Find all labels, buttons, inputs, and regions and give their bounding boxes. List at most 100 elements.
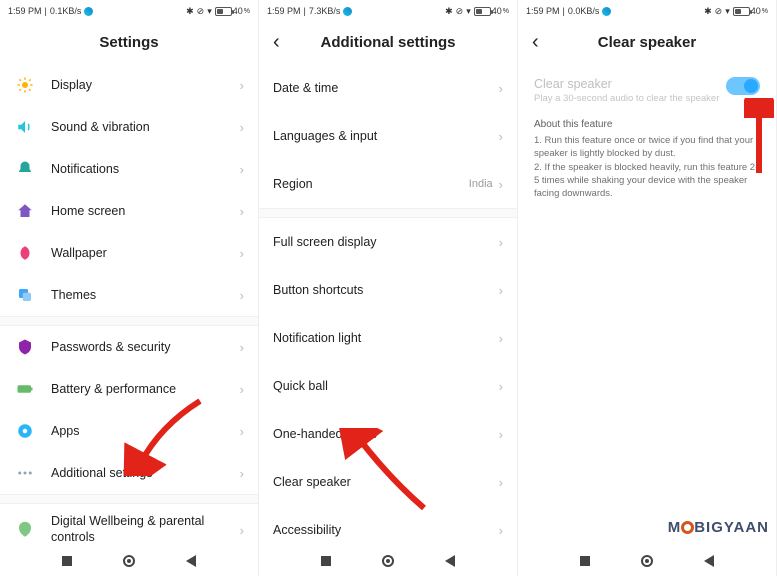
row-fullscreen[interactable]: Full screen display › <box>259 218 517 266</box>
row-quick-ball[interactable]: Quick ball › <box>259 362 517 410</box>
row-button-shortcuts[interactable]: Button shortcuts › <box>259 266 517 314</box>
chevron-right-icon: › <box>240 288 244 303</box>
chevron-right-icon: › <box>240 162 244 177</box>
chevron-right-icon: › <box>240 424 244 439</box>
chevron-right-icon: › <box>240 382 244 397</box>
security-icon <box>14 336 36 358</box>
row-notifications[interactable]: Notifications › <box>0 148 258 190</box>
header: ‹ Clear speaker <box>518 20 776 64</box>
separator <box>0 494 258 504</box>
chevron-right-icon: › <box>240 78 244 93</box>
clock: 1:59 PM <box>267 6 301 16</box>
row-clear-speaker[interactable]: Clear speaker › <box>259 458 517 506</box>
phone-settings: 1:59 PM | 0.1KB/s ✱ ⊘ ▾ 40% Settings Dis… <box>0 0 259 576</box>
row-home[interactable]: Home screen › <box>0 190 258 232</box>
bluetooth-icon: ✱ <box>445 6 453 17</box>
home-button[interactable] <box>382 555 394 567</box>
bluetooth-icon: ✱ <box>704 6 712 17</box>
watermark-o-icon <box>681 521 694 534</box>
row-label: Date & time <box>273 81 499 95</box>
net-speed: 7.3KB/s <box>309 6 341 16</box>
row-notification-light[interactable]: Notification light › <box>259 314 517 362</box>
sound-icon <box>14 116 36 138</box>
phone-additional: 1:59 PM | 7.3KB/s ✱ ⊘ ▾ 40% ‹ Additional… <box>259 0 518 576</box>
home-button[interactable] <box>123 555 135 567</box>
row-languages[interactable]: Languages & input › <box>259 112 517 160</box>
chevron-right-icon: › <box>240 246 244 261</box>
chevron-right-icon: › <box>499 283 503 298</box>
row-display[interactable]: Display › <box>0 64 258 106</box>
app-indicator-icon <box>343 7 352 16</box>
row-label: Display <box>51 78 240 92</box>
net-speed: 0.1KB/s <box>50 6 82 16</box>
row-battery[interactable]: Battery & performance › <box>0 368 258 410</box>
chevron-right-icon: › <box>499 129 503 144</box>
row-label: Accessibility <box>273 523 499 537</box>
about-line-1: 1. Run this feature once or twice if you… <box>534 134 760 161</box>
row-wallpaper[interactable]: Wallpaper › <box>0 232 258 274</box>
clock: 1:59 PM <box>8 6 42 16</box>
row-label: One-handed mode <box>273 427 499 441</box>
additional-list[interactable]: Date & time › Languages & input › Region… <box>259 64 517 546</box>
back-button[interactable] <box>704 555 714 567</box>
row-passwords[interactable]: Passwords & security › <box>0 326 258 368</box>
chevron-right-icon: › <box>499 331 503 346</box>
recents-button[interactable] <box>321 556 331 566</box>
about-section: About this feature 1. Run this feature o… <box>518 110 776 208</box>
display-icon <box>14 74 36 96</box>
header: Settings <box>0 20 258 64</box>
wifi-icon: ▾ <box>207 6 212 17</box>
chevron-right-icon: › <box>499 523 503 538</box>
row-accessibility[interactable]: Accessibility › <box>259 506 517 546</box>
battery-indicator: 40% <box>215 6 250 16</box>
row-label: Full screen display <box>273 235 499 249</box>
home-icon <box>14 200 36 222</box>
chevron-right-icon: › <box>499 235 503 250</box>
clear-speaker-toggle[interactable] <box>726 77 760 95</box>
row-label: Region <box>273 177 469 191</box>
chevron-right-icon: › <box>240 466 244 481</box>
row-label: Notifications <box>51 162 240 176</box>
battery-icon <box>14 378 36 400</box>
clear-speaker-toggle-row[interactable]: Clear speaker Play a 30-second audio to … <box>518 64 776 110</box>
row-additional-settings[interactable]: Additional settings › <box>0 452 258 494</box>
row-label: Digital Wellbeing & parental controls <box>51 514 240 545</box>
nav-bar <box>0 546 258 576</box>
back-button[interactable] <box>445 555 455 567</box>
row-date-time[interactable]: Date & time › <box>259 64 517 112</box>
row-label: Sound & vibration <box>51 120 240 134</box>
settings-list[interactable]: Display › Sound & vibration › Notificati… <box>0 64 258 546</box>
chevron-right-icon: › <box>499 81 503 96</box>
chevron-right-icon: › <box>499 379 503 394</box>
recents-button[interactable] <box>62 556 72 566</box>
header: ‹ Additional settings <box>259 20 517 64</box>
separator <box>259 208 517 218</box>
dnd-icon: ⊘ <box>456 6 464 17</box>
chevron-right-icon: › <box>499 177 503 192</box>
row-label: Additional settings <box>51 466 240 480</box>
about-heading: About this feature <box>534 118 760 132</box>
row-wellbeing[interactable]: Digital Wellbeing & parental controls › <box>0 504 258 546</box>
app-indicator-icon <box>84 7 93 16</box>
back-button[interactable] <box>186 555 196 567</box>
row-label: Languages & input <box>273 129 499 143</box>
chevron-right-icon: › <box>240 204 244 219</box>
chevron-right-icon: › <box>240 340 244 355</box>
chevron-right-icon: › <box>499 427 503 442</box>
recents-button[interactable] <box>580 556 590 566</box>
notifications-icon <box>14 158 36 180</box>
chevron-right-icon: › <box>499 475 503 490</box>
row-themes[interactable]: Themes › <box>0 274 258 316</box>
wifi-icon: ▾ <box>725 6 730 17</box>
home-button[interactable] <box>641 555 653 567</box>
row-one-handed[interactable]: One-handed mode › <box>259 410 517 458</box>
row-apps[interactable]: Apps › <box>0 410 258 452</box>
row-sound[interactable]: Sound & vibration › <box>0 106 258 148</box>
row-region[interactable]: Region India › <box>259 160 517 208</box>
chevron-right-icon: › <box>240 120 244 135</box>
dnd-icon: ⊘ <box>715 6 723 17</box>
row-label: Battery & performance <box>51 382 240 396</box>
toggle-subtitle: Play a 30-second audio to clear the spea… <box>534 93 726 104</box>
row-label: Passwords & security <box>51 340 240 354</box>
status-bar: 1:59 PM | 7.3KB/s ✱ ⊘ ▾ 40% <box>259 0 517 20</box>
